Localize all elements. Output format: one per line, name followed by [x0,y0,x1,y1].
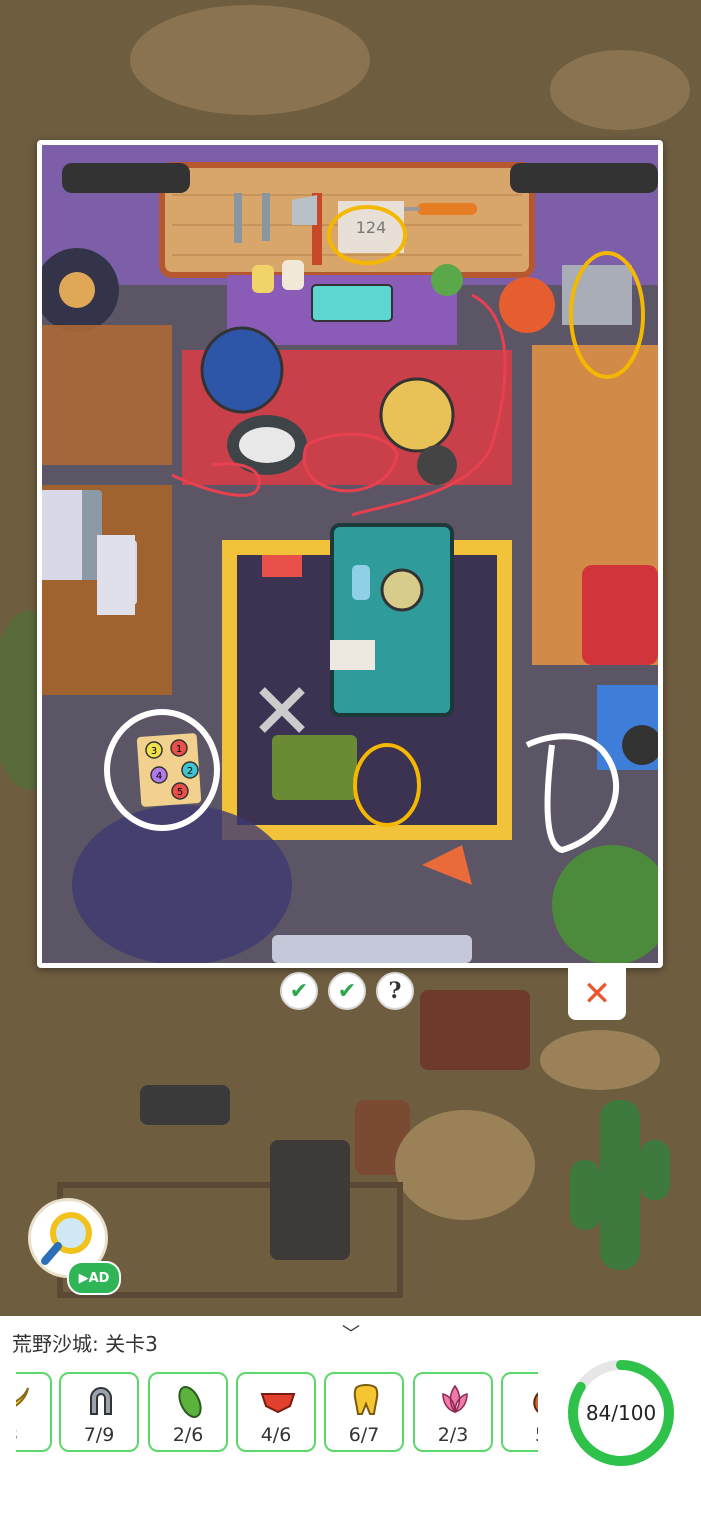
check-icon: ✔ [328,972,366,1010]
bandana-icon [260,1393,296,1414]
banana-icon [16,1387,29,1407]
progress-label: 84/100 [585,1401,657,1425]
note-number-4: 4 [156,771,162,782]
item-list[interactable]: 3 7/9 2/6 4/6 6/7 2/3 5 [16,1372,538,1456]
note-number-3: 3 [151,746,157,757]
item-count: 7/9 [83,1424,115,1446]
item-card[interactable]: 2/3 [413,1372,493,1452]
level-title: 荒野沙城: 关卡3 [12,1332,158,1356]
question-icon[interactable]: ? [376,972,414,1010]
close-icon: ✕ [582,974,612,1014]
note-number-1: 1 [176,744,182,755]
item-count: 2/6 [172,1424,204,1446]
lotus-icon [442,1384,468,1414]
play-icon: ▶ [78,1270,89,1286]
tooth-icon [353,1384,379,1415]
item-card[interactable]: 3 [16,1372,52,1452]
note-number-2: 2 [187,766,193,777]
garage-scene[interactable]: 124 3 1 4 2 5 [42,145,658,963]
cactus-piece-icon [178,1386,202,1418]
note-number-5: 5 [177,787,183,798]
item-card[interactable]: 2/6 [148,1372,228,1452]
item-card[interactable]: 4/6 [236,1372,316,1452]
chevron-down-icon: ﹀ [342,1324,360,1345]
found-status-row: ✔ ✔ ? [280,972,414,1010]
number-note[interactable]: 3 1 4 2 5 [136,733,202,807]
ad-label: AD [88,1270,110,1286]
item-count: 2/3 [437,1424,469,1446]
close-button[interactable]: ✕ [568,968,626,1020]
ad-badge[interactable]: ▶ AD [67,1261,121,1295]
collapse-button[interactable]: ﹀ [330,1318,372,1348]
item-count: 5 [503,1424,538,1446]
item-count: 3 [16,1424,50,1446]
number-sign-text: 124 [356,218,387,237]
item-count: 4/6 [260,1424,292,1446]
vase-icon [533,1385,538,1413]
item-count: 6/7 [348,1424,380,1446]
item-card[interactable]: 6/7 [324,1372,404,1452]
item-card[interactable]: 7/9 [59,1372,139,1452]
item-card[interactable]: 5 [501,1372,538,1452]
check-icon: ✔ [280,972,318,1010]
horseshoe-icon [90,1387,112,1415]
